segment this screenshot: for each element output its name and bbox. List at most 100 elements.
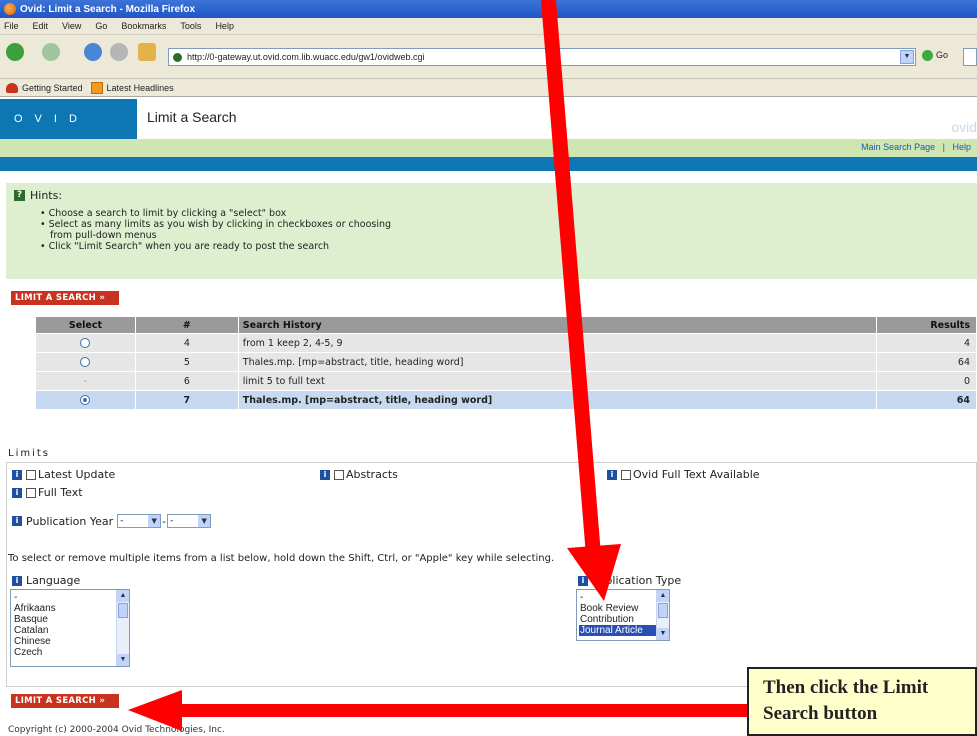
list-option[interactable]: Catalan: [13, 625, 129, 636]
go-button[interactable]: Go: [922, 50, 948, 62]
back-icon[interactable]: [6, 43, 24, 61]
publication-type-field-label: i Publication Type: [578, 574, 681, 587]
limit-search-button-top[interactable]: LIMIT A SEARCH »: [11, 291, 119, 305]
help-question-icon: ?: [14, 190, 25, 201]
info-icon[interactable]: i: [578, 575, 588, 586]
scroll-down-icon[interactable]: ▼: [657, 628, 669, 640]
language-listbox[interactable]: - Afrikaans Basque Catalan Chinese Czech…: [10, 589, 130, 667]
scroll-up-icon[interactable]: ▲: [117, 590, 129, 602]
limit-full-text: i Full Text: [12, 486, 83, 499]
list-option[interactable]: Chinese: [13, 636, 129, 647]
publication-year-label: Publication Year: [26, 514, 114, 528]
hint-item: Choose a search to limit by clicking a "…: [40, 208, 969, 219]
list-option[interactable]: Basque: [13, 614, 129, 625]
callout-line-1: Then click the Limit: [763, 677, 929, 698]
info-icon[interactable]: i: [12, 516, 22, 526]
menu-help[interactable]: Help: [215, 21, 234, 31]
limits-panel: [6, 462, 977, 687]
help-link[interactable]: Help: [952, 142, 971, 152]
publication-year-from-select[interactable]: - ▼: [117, 514, 162, 528]
menu-tools[interactable]: Tools: [180, 21, 201, 31]
window-title: Ovid: Limit a Search - Mozilla Firefox: [20, 3, 196, 15]
reload-icon[interactable]: [84, 43, 102, 61]
row-results: 0: [876, 371, 977, 391]
info-icon[interactable]: i: [12, 487, 22, 498]
col-search-history: Search History: [237, 316, 878, 334]
menu-bar: File Edit View Go Bookmarks Tools Help: [0, 18, 977, 35]
main-search-page-link[interactable]: Main Search Page: [861, 142, 935, 152]
limit-ovid-full-text: i Ovid Full Text Available: [607, 468, 760, 481]
year-to-value: -: [170, 516, 174, 526]
row-search: limit 5 to full text: [237, 371, 878, 391]
go-icon: [922, 50, 933, 62]
ovid-full-text-label: Ovid Full Text Available: [633, 468, 760, 481]
hint-item: Click "Limit Search" when you are ready …: [40, 241, 969, 252]
home-icon[interactable]: [138, 43, 156, 61]
copyright-text: Copyright (c) 2000-2004 Ovid Technologie…: [8, 725, 225, 735]
list-option[interactable]: Afrikaans: [13, 603, 129, 614]
stop-icon[interactable]: [110, 43, 128, 61]
latest-update-checkbox[interactable]: [26, 469, 36, 480]
bookmark-getting-started[interactable]: Getting Started: [22, 83, 83, 93]
info-icon[interactable]: i: [12, 469, 22, 480]
search-box[interactable]: [963, 48, 977, 66]
menu-view[interactable]: View: [62, 21, 81, 31]
year-separator: -: [162, 514, 167, 528]
ovid-header: OVID Limit a Search ovid: [0, 99, 977, 139]
col-select: Select: [35, 316, 136, 334]
scroll-down-icon[interactable]: ▼: [117, 654, 129, 666]
url-dropdown-icon[interactable]: ▼: [900, 50, 914, 64]
publication-year-to-select[interactable]: - ▼: [167, 514, 212, 528]
row-results: 4: [876, 333, 977, 353]
menu-bookmarks[interactable]: Bookmarks: [121, 21, 166, 31]
forward-icon[interactable]: [42, 43, 60, 61]
col-number: #: [134, 316, 239, 334]
scroll-thumb[interactable]: [658, 603, 668, 618]
scroll-up-icon[interactable]: ▲: [657, 590, 669, 602]
navigation-toolbar: http://0-gateway.ut.ovid.com.lib.wuacc.e…: [0, 35, 977, 79]
page-title: Limit a Search: [147, 109, 237, 125]
search-history-table: Select # Search History Results 4 from 1…: [35, 316, 977, 410]
hints-panel: ? Hints: Choose a search to limit by cli…: [6, 183, 977, 279]
rss-icon: [90, 81, 103, 94]
limit-search-button-bottom[interactable]: LIMIT A SEARCH »: [11, 694, 119, 708]
publication-type-scrollbar[interactable]: ▲ ▼: [656, 590, 669, 640]
info-icon[interactable]: i: [12, 575, 22, 586]
list-option[interactable]: -: [13, 592, 129, 603]
menu-go[interactable]: Go: [95, 21, 107, 31]
row-number: 7: [134, 390, 239, 410]
select-radio[interactable]: [80, 357, 91, 367]
limit-abstracts: i Abstracts: [320, 468, 398, 481]
row-number: 6: [134, 371, 239, 391]
select-radio-checked[interactable]: [80, 395, 91, 405]
ovid-logo: OVID: [0, 99, 137, 139]
row-number: 4: [134, 333, 239, 353]
ovid-full-text-checkbox[interactable]: [621, 469, 631, 480]
table-row: - 6 limit 5 to full text 0: [35, 371, 977, 391]
language-scrollbar[interactable]: ▲ ▼: [116, 590, 129, 666]
hint-item-continued: from pull-down menus: [50, 230, 157, 241]
abstracts-checkbox[interactable]: [334, 469, 344, 480]
limits-heading: Limits: [8, 448, 50, 459]
info-icon[interactable]: i: [320, 469, 330, 480]
getting-started-icon: [6, 82, 18, 93]
year-from-value: -: [120, 516, 124, 526]
firefox-icon: [4, 3, 16, 15]
link-separator: |: [942, 142, 945, 152]
full-text-checkbox[interactable]: [26, 487, 36, 498]
scroll-thumb[interactable]: [118, 603, 128, 618]
bookmark-latest-headlines[interactable]: Latest Headlines: [107, 83, 174, 93]
row-search: from 1 keep 2, 4-5, 9: [237, 333, 878, 353]
limit-publication-year: i Publication Year - ▼ - - ▼: [12, 514, 212, 528]
hint-item: Select as many limits as you wish by cli…: [40, 219, 969, 230]
select-radio[interactable]: [80, 338, 91, 348]
list-option[interactable]: Czech: [13, 647, 129, 658]
instruction-callout: Then click the Limit Search button: [747, 667, 977, 736]
publication-type-listbox[interactable]: - Book Review Contribution Journal Artic…: [576, 589, 670, 641]
info-icon[interactable]: i: [607, 469, 617, 480]
row-search: Thales.mp. [mp=abstract, title, heading …: [237, 390, 878, 410]
menu-edit[interactable]: Edit: [33, 21, 49, 31]
url-bar[interactable]: http://0-gateway.ut.ovid.com.lib.wuacc.e…: [168, 48, 916, 66]
menu-file[interactable]: File: [4, 21, 19, 31]
language-field-label: i Language: [12, 574, 80, 587]
